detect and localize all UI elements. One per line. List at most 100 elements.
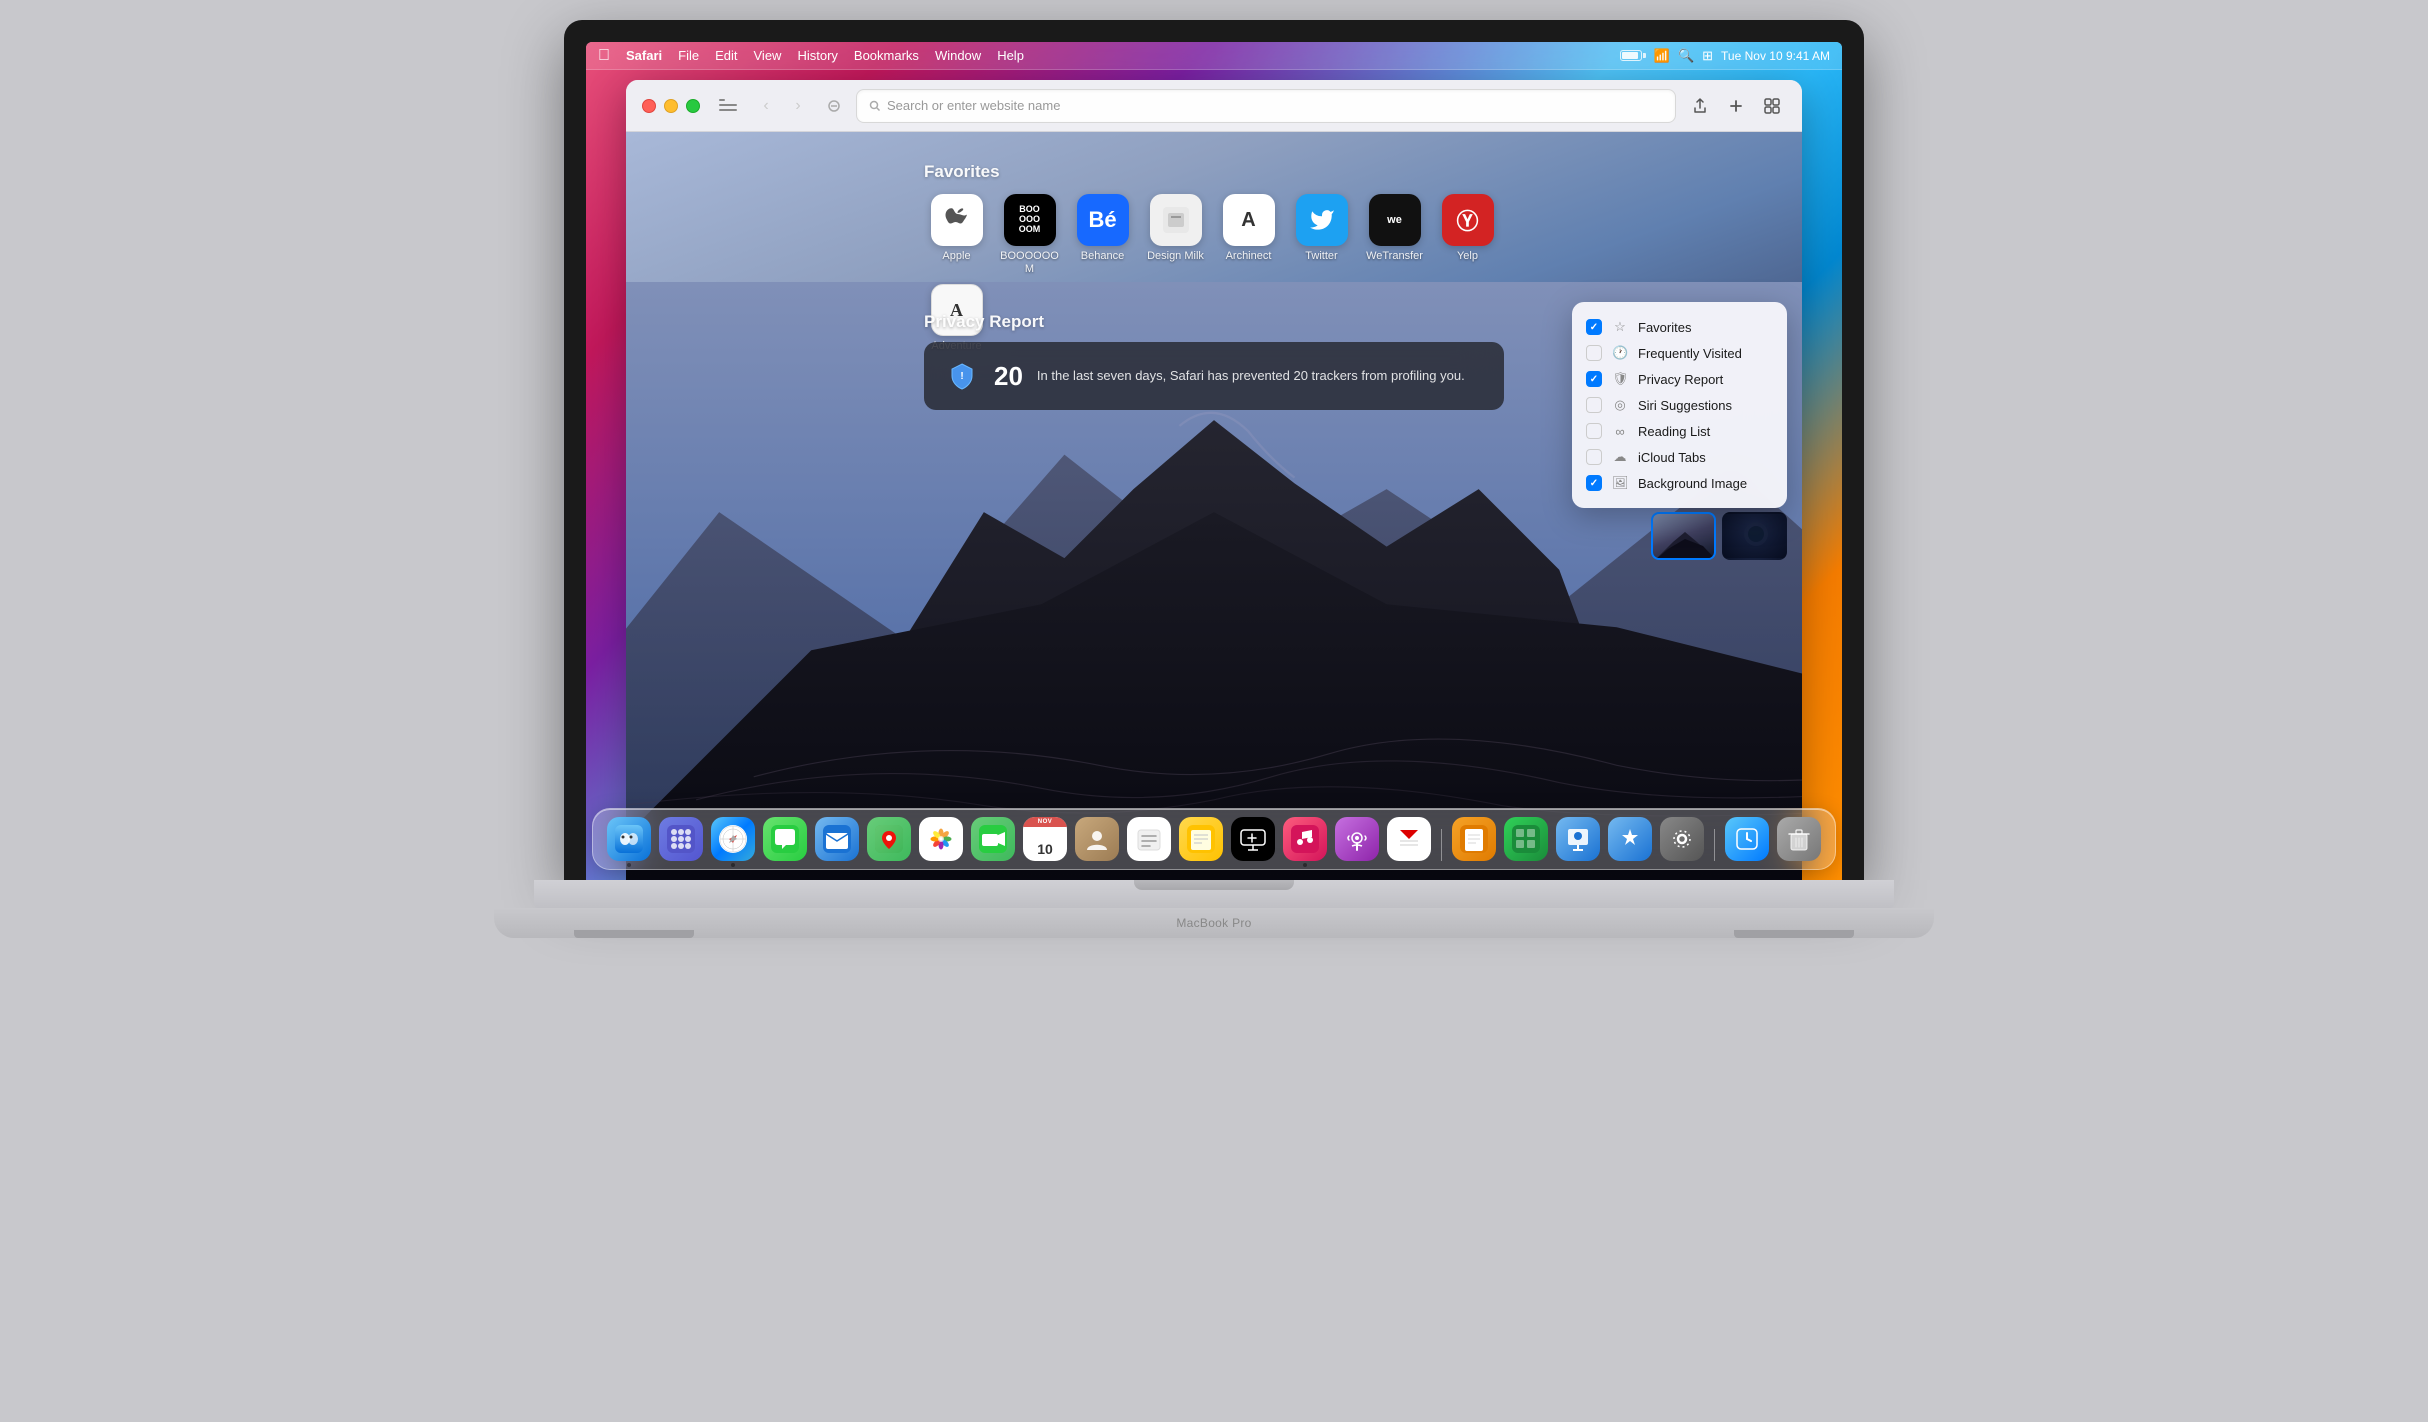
menu-window[interactable]: Window: [935, 48, 981, 63]
favorite-twitter[interactable]: Twitter: [1289, 194, 1354, 276]
background-image-checkbox[interactable]: [1586, 475, 1602, 491]
favorite-boooom[interactable]: BOOOOOOOM BOOOOOOM: [997, 194, 1062, 276]
dock-keynote[interactable]: [1556, 817, 1600, 861]
dock-messages[interactable]: [763, 817, 807, 861]
favorite-wetransfer[interactable]: we WeTransfer: [1362, 194, 1427, 276]
dock-music[interactable]: [1283, 817, 1327, 861]
privacy-report-card[interactable]: ! 20 In the last seven days, Safari has …: [924, 342, 1504, 410]
screen-bezel:  Safari File Edit View History Bookmark…: [564, 20, 1864, 880]
customize-favorites[interactable]: ☆ Favorites: [1572, 314, 1787, 340]
screen:  Safari File Edit View History Bookmark…: [586, 42, 1842, 880]
control-center-icon[interactable]: ⊞: [1702, 48, 1713, 64]
reading-list-checkbox[interactable]: [1586, 423, 1602, 439]
menu-safari[interactable]: Safari: [626, 48, 662, 63]
dock: NOV 10: [592, 808, 1836, 870]
dock-pages[interactable]: [1452, 817, 1496, 861]
dock-facetime[interactable]: [971, 817, 1015, 861]
dock-numbers[interactable]: [1504, 817, 1548, 861]
menu-history[interactable]: History: [797, 48, 837, 63]
dock-news[interactable]: [1387, 817, 1431, 861]
dock-trash[interactable]: [1777, 817, 1821, 861]
dock-notes[interactable]: [1179, 817, 1223, 861]
privacy-report-section: Privacy Report !: [924, 312, 1504, 410]
dock-finder[interactable]: [607, 817, 651, 861]
safari-window: ‹ ›: [626, 80, 1802, 880]
dock-calendar[interactable]: NOV 10: [1023, 817, 1067, 861]
favorite-apple[interactable]: Apple: [924, 194, 989, 276]
menu-bar-time: Tue Nov 10 9:41 AM: [1721, 49, 1830, 63]
safari-indicator: [731, 863, 735, 867]
menu-bar-left:  Safari File Edit View History Bookmark…: [598, 47, 1620, 65]
apple-menu[interactable]: : [598, 47, 610, 65]
customize-reading-list[interactable]: ∞ Reading List: [1572, 418, 1787, 444]
close-button[interactable]: [642, 99, 656, 113]
favorite-archinect[interactable]: A Archinect: [1216, 194, 1281, 276]
menu-help[interactable]: Help: [997, 48, 1024, 63]
menu-edit[interactable]: Edit: [715, 48, 737, 63]
minimize-button[interactable]: [664, 99, 678, 113]
dock-separator-2: [1714, 829, 1715, 861]
siri-suggestions-checkbox[interactable]: [1586, 397, 1602, 413]
privacy-shield-icon: !: [944, 358, 980, 394]
favorites-checkbox[interactable]: [1586, 319, 1602, 335]
customize-siri-suggestions[interactable]: ◎ Siri Suggestions: [1572, 392, 1787, 418]
maximize-button[interactable]: [686, 99, 700, 113]
dock-reminders[interactable]: [1127, 817, 1171, 861]
back-button[interactable]: ‹: [752, 92, 780, 120]
search-bar[interactable]: Search or enter website name: [856, 89, 1676, 123]
new-tab-button[interactable]: [1722, 92, 1750, 120]
dock-appstore[interactable]: [1608, 817, 1652, 861]
favorite-apple-label: Apple: [942, 250, 970, 263]
customize-icloud-tabs[interactable]: ☁ iCloud Tabs: [1572, 444, 1787, 470]
search-icon[interactable]: 🔍: [1678, 48, 1694, 64]
forward-button[interactable]: ›: [784, 92, 812, 120]
bg-thumb-2[interactable]: [1722, 512, 1787, 560]
dock-contacts[interactable]: [1075, 817, 1119, 861]
customize-privacy-report[interactable]: 🛡 Privacy Report: [1572, 366, 1787, 392]
reading-list-label: Reading List: [1638, 424, 1710, 439]
search-placeholder: Search or enter website name: [887, 98, 1060, 113]
favorite-twitter-label: Twitter: [1305, 250, 1337, 263]
customize-panel: ☆ Favorites 🕐 Frequently Visited: [1572, 302, 1787, 508]
dock-mail[interactable]: [815, 817, 859, 861]
dock-podcasts[interactable]: [1335, 817, 1379, 861]
dock-photos[interactable]: [919, 817, 963, 861]
dock-safari[interactable]: [711, 817, 755, 861]
customize-background-image[interactable]: 🖼 Background Image: [1572, 470, 1787, 496]
menu-view[interactable]: View: [754, 48, 782, 63]
privacy-report-checkbox[interactable]: [1586, 371, 1602, 387]
favorite-yelp[interactable]: Ⓨ Yelp: [1435, 194, 1500, 276]
frequently-visited-icon: 🕐: [1612, 345, 1628, 361]
bg-thumb-1[interactable]: [1651, 512, 1716, 560]
dock-syspref[interactable]: [1660, 817, 1704, 861]
privacy-report-title: Privacy Report: [924, 312, 1504, 332]
favorite-behance-label: Behance: [1081, 250, 1124, 263]
customize-frequently-visited[interactable]: 🕐 Frequently Visited: [1572, 340, 1787, 366]
share-button[interactable]: [1686, 92, 1714, 120]
favorite-behance[interactable]: Bé Behance: [1070, 194, 1135, 276]
dock-tv[interactable]: [1231, 817, 1275, 861]
icloud-tabs-checkbox[interactable]: [1586, 449, 1602, 465]
safari-content: Favorites Ap: [626, 132, 1802, 880]
menu-bar:  Safari File Edit View History Bookmark…: [586, 42, 1842, 70]
frequently-visited-label: Frequently Visited: [1638, 346, 1742, 361]
menu-file[interactable]: File: [678, 48, 699, 63]
favorite-behance-icon: Bé: [1077, 194, 1129, 246]
background-image-label: Background Image: [1638, 476, 1747, 491]
wifi-icon: 📶: [1654, 48, 1670, 64]
favorite-design-milk[interactable]: Design Milk: [1143, 194, 1208, 276]
frequently-visited-checkbox[interactable]: [1586, 345, 1602, 361]
menu-bookmarks[interactable]: Bookmarks: [854, 48, 919, 63]
background-image-icon: 🖼: [1612, 475, 1628, 491]
sidebar-toggle[interactable]: [714, 95, 742, 117]
favorite-design-milk-icon: [1150, 194, 1202, 246]
favorite-design-milk-label: Design Milk: [1147, 250, 1204, 263]
search-icon: [869, 100, 881, 112]
dock-maps[interactable]: [867, 817, 911, 861]
icloud-tabs-label: iCloud Tabs: [1638, 450, 1706, 465]
tab-overview-button[interactable]: [1758, 92, 1786, 120]
dock-screentime[interactable]: [1725, 817, 1769, 861]
dock-launchpad[interactable]: [659, 817, 703, 861]
icloud-tabs-icon: ☁: [1612, 449, 1628, 465]
sound-button[interactable]: [822, 94, 846, 118]
